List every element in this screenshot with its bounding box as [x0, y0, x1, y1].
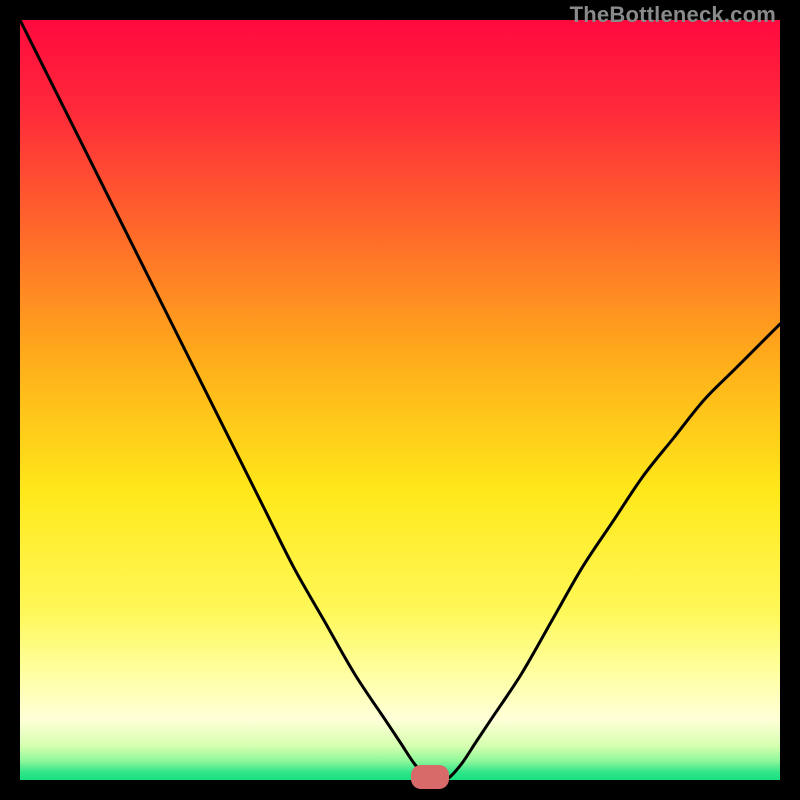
- optimal-marker: [411, 765, 449, 789]
- chart-frame: [20, 20, 780, 780]
- watermark-text: TheBottleneck.com: [570, 2, 776, 28]
- bottleneck-chart: [20, 20, 780, 780]
- gradient-background: [20, 20, 780, 780]
